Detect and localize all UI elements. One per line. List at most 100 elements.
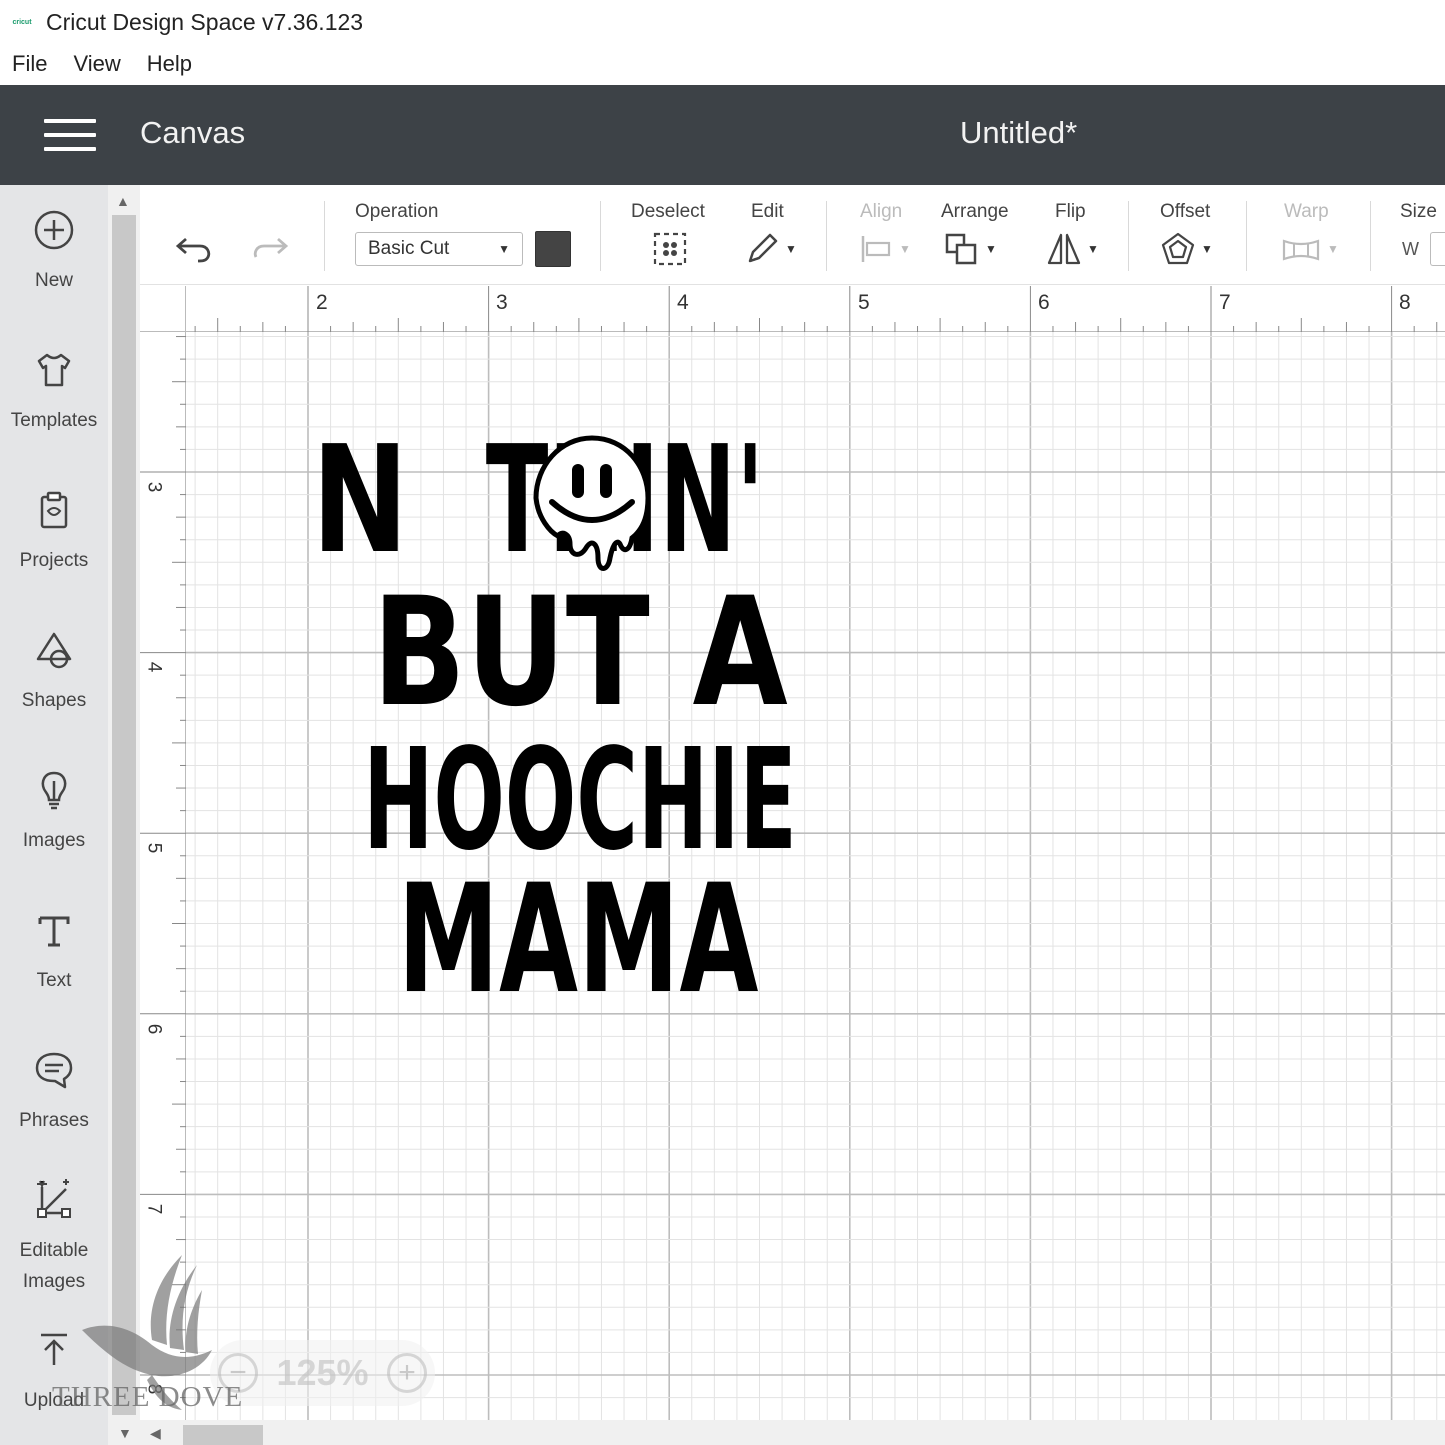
sidebar-label: Shapes: [21, 690, 87, 711]
sidebar-item-editable-images[interactable]: Editable Images: [0, 1177, 108, 1297]
window-title: Cricut Design Space v7.36.123: [46, 8, 364, 35]
undo-button[interactable]: [172, 229, 216, 269]
horizontal-scrollbar[interactable]: ▼ ◀: [108, 1420, 1445, 1445]
width-input[interactable]: [1430, 232, 1445, 266]
operation-label: Operation: [355, 201, 439, 222]
ruler-number: 6: [143, 1023, 165, 1035]
chevron-down-icon: ▼: [1087, 242, 1099, 256]
warp-label: Warp: [1284, 201, 1329, 222]
ruler-ticks: [140, 336, 186, 1399]
design-canvas[interactable]: 2 2 3 4 5 6 7 8 3 4 5 6 7 8 N THIN' BUT …: [140, 286, 1445, 1420]
chevron-down-icon: ▼: [785, 242, 797, 256]
plus-circle-icon: [31, 207, 77, 253]
scroll-up-icon[interactable]: ▲: [116, 193, 130, 209]
align-button[interactable]: ▼: [858, 229, 911, 269]
operation-color-swatch[interactable]: [535, 231, 571, 267]
sidebar-item-images[interactable]: Images: [0, 767, 108, 856]
flip-icon: [1047, 233, 1081, 265]
arrange-icon: [945, 233, 977, 265]
menu-view[interactable]: View: [73, 51, 120, 77]
scroll-down-icon[interactable]: ▼: [118, 1425, 132, 1441]
arrange-button[interactable]: ▼: [944, 229, 997, 269]
operation-select[interactable]: Basic Cut ▼: [355, 232, 523, 266]
ruler-corner: [140, 286, 186, 332]
align-icon: [861, 236, 891, 262]
offset-icon: [1161, 232, 1195, 265]
sidebar-item-text[interactable]: Text: [0, 907, 108, 996]
deselect-button[interactable]: [652, 229, 688, 269]
sidebar-scrollbar[interactable]: ▲: [108, 185, 140, 1445]
ruler-number: 2: [316, 291, 328, 314]
sidebar-item-new[interactable]: New: [0, 207, 108, 296]
size-label: Size: [1400, 201, 1437, 222]
editable-image-icon: [31, 1177, 77, 1223]
shapes-icon: [31, 627, 77, 673]
redo-icon: [253, 237, 289, 258]
chevron-down-icon: ▼: [985, 242, 997, 256]
deselect-label: Deselect: [631, 201, 705, 222]
edit-label: Edit: [751, 201, 784, 222]
ruler-number: 7: [1219, 291, 1231, 314]
warp-button[interactable]: ▼: [1280, 229, 1339, 269]
horizontal-ruler: 2 2 3 4 5 6 7 8: [140, 286, 1445, 332]
zoom-control: − 125% +: [210, 1340, 435, 1406]
warp-icon: [1282, 239, 1320, 261]
chevron-down-icon: ▼: [498, 242, 510, 256]
zoom-in-button[interactable]: +: [386, 1353, 427, 1393]
app-window: cricut Cricut Design Space v7.36.123 Fil…: [0, 0, 1445, 1445]
ruler-number: 8: [1399, 291, 1411, 314]
text-icon: [31, 907, 77, 953]
sidebar-label: Images: [22, 830, 86, 851]
arrange-label: Arrange: [941, 201, 1009, 222]
vertical-ruler: 3 4 5 6 7 8: [140, 332, 186, 1420]
sidebar-label: Text: [36, 970, 72, 991]
scroll-left-icon[interactable]: ◀: [150, 1425, 161, 1442]
offset-button[interactable]: ▼: [1160, 229, 1213, 269]
sidebar-label: Phrases: [19, 1110, 89, 1131]
align-label: Align: [860, 201, 903, 222]
upload-icon: [31, 1327, 77, 1373]
chevron-down-icon: ▼: [1201, 242, 1213, 256]
edit-button[interactable]: ▼: [744, 229, 797, 269]
design-line-4: MAMA: [398, 853, 759, 996]
operation-value: Basic Cut: [368, 238, 450, 259]
ruler-ticks: [194, 286, 1438, 332]
ruler-number: 4: [143, 661, 165, 673]
ruler-number: 3: [496, 291, 508, 314]
ruler-number: 7: [143, 1203, 165, 1215]
sidebar-label: Projects: [19, 550, 89, 571]
design-letter-n: N: [312, 426, 409, 587]
ruler-number: 3: [143, 481, 165, 493]
design-artwork[interactable]: N THIN' BUT A HOOCHIE MAMA: [280, 426, 900, 996]
menu-file[interactable]: File: [12, 51, 47, 77]
app-header: Canvas Untitled*: [0, 85, 1445, 185]
lightbulb-icon: [31, 767, 77, 813]
document-title[interactable]: Untitled*: [960, 115, 1077, 151]
flip-label: Flip: [1055, 201, 1086, 222]
deselect-icon: [653, 232, 687, 266]
menu-bar: File View Help: [0, 44, 1445, 84]
redo-button[interactable]: [248, 229, 292, 269]
sidebar-item-shapes[interactable]: Shapes: [0, 627, 108, 716]
watermark-text: THREE DOVE: [52, 1381, 244, 1413]
ruler-number: 4: [677, 291, 689, 314]
sidebar-label: Editable Images: [19, 1240, 89, 1292]
scrollbar-thumb[interactable]: [112, 215, 136, 1415]
pen-icon: [748, 233, 778, 263]
sidebar-label: New: [34, 270, 73, 291]
ruler-number: 5: [143, 842, 165, 854]
flip-button[interactable]: ▼: [1046, 229, 1099, 269]
hamburger-menu-icon[interactable]: [44, 119, 96, 151]
edit-toolbar: Operation Basic Cut ▼ Deselect Edit ▼ Al…: [140, 185, 1445, 285]
header-title: Canvas: [140, 115, 246, 150]
scrollbar-thumb[interactable]: [183, 1425, 263, 1445]
title-bar: cricut Cricut Design Space v7.36.123: [0, 0, 1445, 44]
left-sidebar: New Templates Projects Shapes Images Tex…: [0, 185, 108, 1445]
sidebar-item-phrases[interactable]: Phrases: [0, 1047, 108, 1136]
design-line-2: BUT A: [372, 566, 788, 740]
ruler-number: 5: [858, 291, 870, 314]
menu-help[interactable]: Help: [147, 51, 192, 77]
sidebar-item-templates[interactable]: Templates: [0, 347, 108, 436]
sidebar-item-projects[interactable]: Projects: [0, 487, 108, 576]
offset-label: Offset: [1160, 201, 1211, 222]
